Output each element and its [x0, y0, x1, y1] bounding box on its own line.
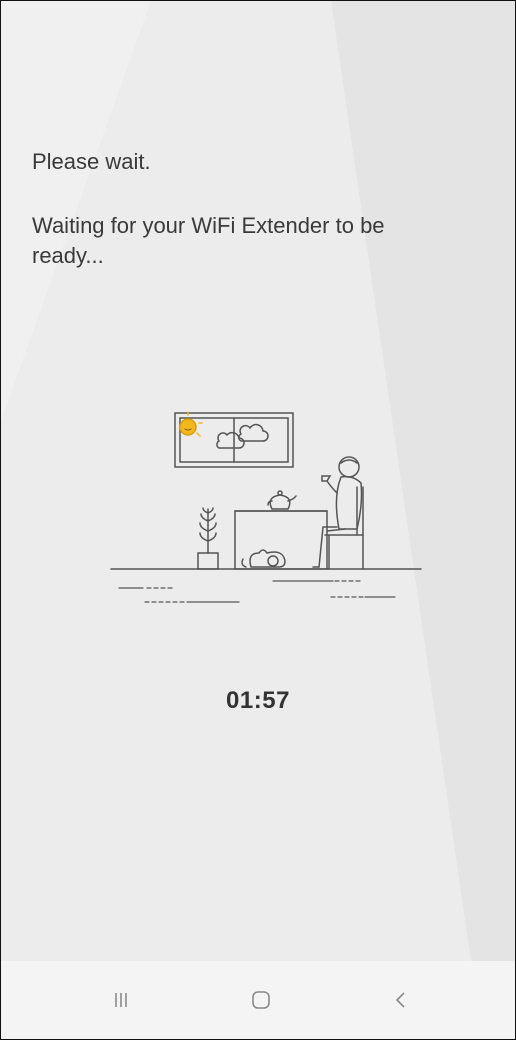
person-figure [312, 456, 363, 568]
recent-apps-icon [115, 993, 127, 1007]
table [234, 510, 328, 570]
sun-icon [179, 411, 203, 437]
back-button[interactable] [356, 961, 446, 1039]
home-button[interactable] [216, 961, 306, 1039]
potted-plant-icon [197, 507, 219, 570]
recent-apps-button[interactable] [76, 961, 166, 1039]
cloud-icon-2 [238, 423, 269, 442]
home-icon [252, 991, 270, 1009]
back-icon [395, 992, 405, 1008]
countdown-timer: 01:57 [226, 687, 290, 714]
system-navigation-bar [1, 961, 515, 1039]
teapot-icon [267, 490, 297, 510]
status-message: Waiting for your WiFi Extender to be rea… [32, 213, 385, 268]
cat-icon [241, 549, 286, 568]
floor-dashes [118, 580, 396, 603]
person-waiting-at-table-illustration [110, 411, 422, 603]
app-screen: Please wait. Waiting for your WiFi Exten… [0, 0, 516, 1040]
status-title: Please wait. [32, 149, 151, 174]
